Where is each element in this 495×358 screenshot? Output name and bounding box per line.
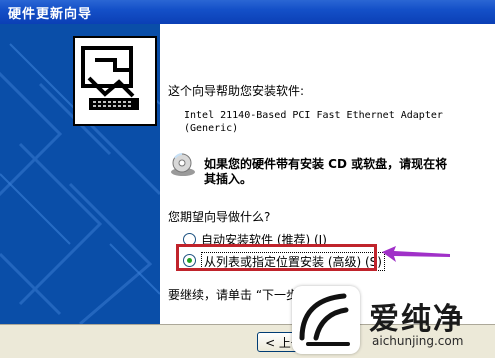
device-variant: (Generic) xyxy=(184,123,239,134)
cd-prompt-line2: 其插入。 xyxy=(204,172,253,186)
window-title: 硬件更新向导 xyxy=(8,7,93,22)
wizard-side-panel xyxy=(0,24,160,324)
watermark: 爱纯净 aichunjing.com xyxy=(292,286,495,357)
hardware-icon xyxy=(73,36,157,126)
arrow-pointer-icon xyxy=(382,246,450,262)
watermark-brand: 爱纯净 xyxy=(369,302,465,337)
selection-highlight-box xyxy=(176,244,377,271)
cd-icon xyxy=(170,152,196,178)
device-name: Intel 21140-Based PCI Fast Ethernet Adap… xyxy=(184,110,443,121)
watermark-logo xyxy=(292,286,360,354)
question-text: 您期望向导做什么? xyxy=(168,210,271,224)
watermark-url: aichunjing.com xyxy=(372,334,464,348)
title-bar: 硬件更新向导 xyxy=(0,0,495,24)
wizard-content: 这个向导帮助您安装软件: Intel 21140-Based PCI Fast … xyxy=(160,24,495,324)
intro-text: 这个向导帮助您安装软件: xyxy=(168,84,305,98)
